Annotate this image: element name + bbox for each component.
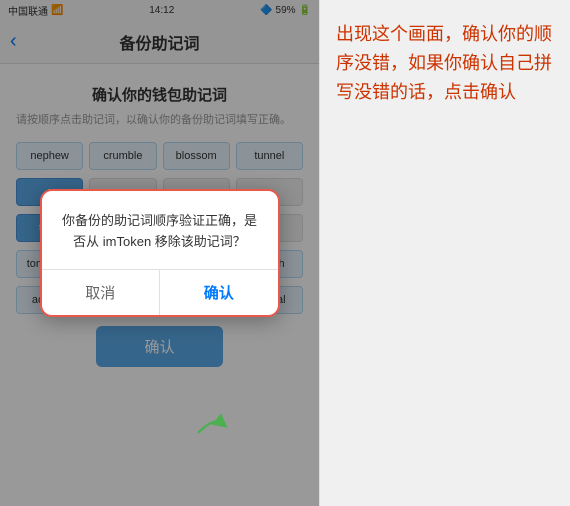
modal-overlay: 你备份的助记词顺序验证正确，是否从 imToken 移除该助记词？ 取消 确认	[0, 0, 319, 506]
annotation-text: 出现这个画面，确认你的顺序没错，如果你确认自己拼写没错的话，点击确认	[336, 20, 554, 106]
modal-cancel-button[interactable]: 取消	[42, 270, 161, 315]
arrow-container	[190, 401, 230, 446]
modal-text: 你备份的助记词顺序验证正确，是否从 imToken 移除该助记词？	[58, 211, 262, 253]
phone-frame: 中国联通 📶 14:12 🔷 59% 🔋 ‹ 备份助记词 确认你的钱包助记词 请…	[0, 0, 320, 506]
modal-buttons: 取消 确认	[42, 269, 278, 315]
modal-ok-button[interactable]: 确认	[160, 270, 278, 315]
annotation-panel: 出现这个画面，确认你的顺序没错，如果你确认自己拼写没错的话，点击确认	[320, 0, 570, 506]
modal-dialog: 你备份的助记词顺序验证正确，是否从 imToken 移除该助记词？ 取消 确认	[40, 189, 280, 317]
arrow-icon	[190, 401, 230, 441]
